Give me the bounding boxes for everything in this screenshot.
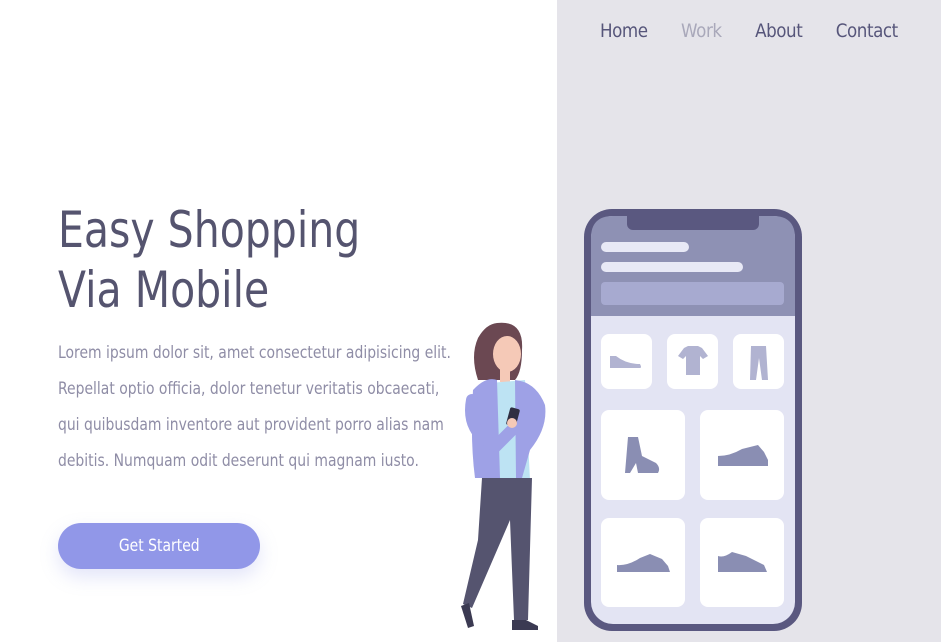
get-started-button[interactable]: Get Started — [58, 523, 260, 569]
main-nav: Home Work About Contact — [600, 20, 931, 42]
woman-figure — [461, 322, 546, 630]
nav-home[interactable]: Home — [600, 20, 648, 42]
phone-mockup — [584, 209, 802, 631]
nav-about[interactable]: About — [755, 20, 803, 42]
hero-description: Lorem ipsum dolor sit, amet consectetur … — [58, 343, 451, 471]
get-started-label: Get Started — [118, 536, 200, 556]
nav-work[interactable]: Work — [681, 20, 722, 42]
hero-title-line1: Easy Shopping — [58, 201, 361, 259]
nav-contact[interactable]: Contact — [836, 20, 898, 42]
hero-title: Easy Shopping Via Mobile — [58, 200, 360, 320]
shopping-illustration — [461, 209, 802, 631]
hero-title-line2: Via Mobile — [58, 261, 270, 319]
